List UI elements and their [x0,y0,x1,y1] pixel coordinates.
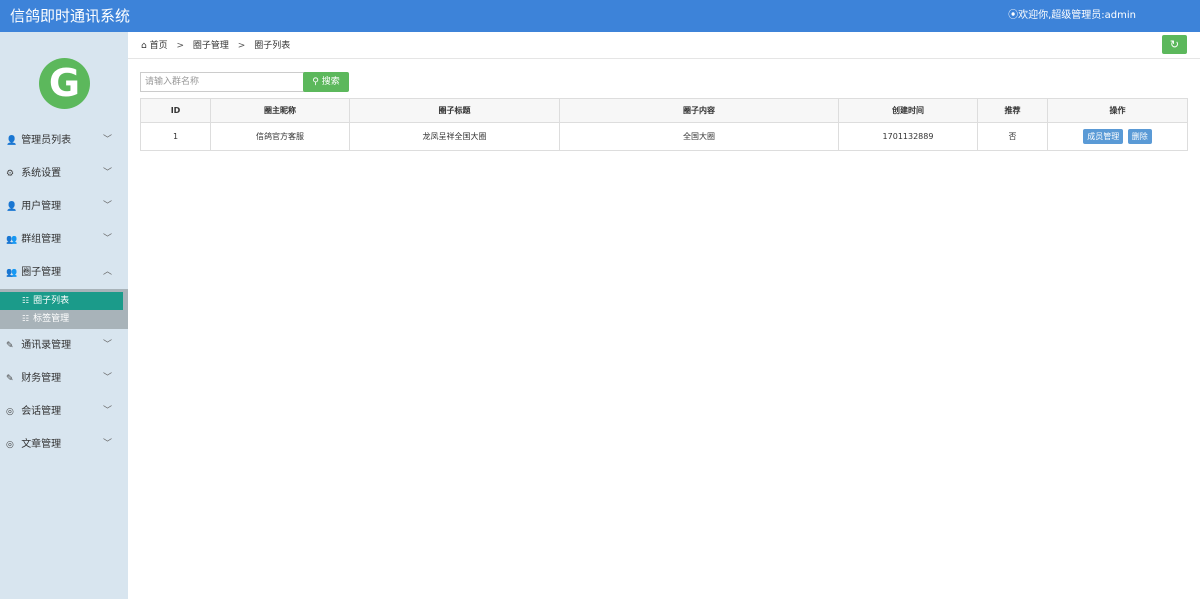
cell-content: 全国大圈 [559,122,839,151]
user-welcome[interactable]: ⦿欢迎你,超级管理员:admin [1008,9,1136,23]
breadcrumb: ⌂ 首页 > 圈子管理 > 圈子列表 [141,40,290,52]
chevron-up-icon: ︿ [102,267,112,277]
user-icon: 👤 [6,136,18,146]
cell-title: 龙凤呈祥全国大圈 [349,122,560,151]
sidebar-item-group-management[interactable]: 👥 群组管理 ﹀ [0,223,128,256]
chevron-down-icon: ﹀ [102,168,112,178]
column-header-actions: 操作 [1047,98,1188,123]
cell-id: 1 [140,122,211,151]
top-bar: 信鸽即时通讯系统 ⦿欢迎你,超级管理员:admin [0,0,1200,32]
table-row: 1 信鸽官方客服 龙凤呈祥全国大圈 全国大圈 1701132889 否 成员管理… [140,122,1188,151]
chat-icon: ◎ [6,440,14,450]
column-header-content: 圈子内容 [559,98,839,123]
edit-icon: ✎ [6,374,14,384]
search-input[interactable]: 请输入群名称 [140,72,308,92]
cell-created: 1701132889 [838,122,978,151]
circle-table: ID 圈主昵称 圈子标题 圈子内容 创建时间 推荐 操作 1 信鸽官方客服 龙凤… [140,98,1188,151]
edit-icon: ✎ [6,341,14,351]
sidebar-subitem-circle-list[interactable]: ☷ 圈子列表 [0,292,123,310]
chevron-down-icon: ﹀ [102,373,112,383]
app-title: 信鸽即时通讯系统 [10,7,131,25]
column-header-recommend: 推荐 [977,98,1048,123]
home-icon: ⌂ [141,41,147,51]
sidebar-subitem-tag-management[interactable]: ☷ 标签管理 [0,310,123,328]
sidebar-item-system-settings[interactable]: ⚙ 系统设置 ﹀ [0,157,128,190]
sidebar-item-label: 圈子管理 [21,267,62,278]
sidebar: G 👤 管理员列表 ﹀ ⚙ 系统设置 ﹀ 👤 用户管理 ﹀ 👥 群组管理 ﹀ 👥… [0,32,128,599]
refresh-icon: ↻ [1169,38,1180,51]
sidebar-item-label: 文章管理 [21,439,62,450]
sidebar-item-label: 群组管理 [21,234,62,245]
sidebar-item-finance-management[interactable]: ✎ 财务管理 ﹀ [0,362,128,395]
column-header-id: ID [140,98,211,123]
group-icon: 👥 [6,268,18,278]
sidebar-item-label: 通讯录管理 [21,340,72,351]
chevron-down-icon: ﹀ [102,201,112,211]
sidebar-subitem-label: 标签管理 [33,314,70,324]
sidebar-subitem-label: 圈子列表 [33,296,70,306]
list-icon: ☷ [22,296,30,305]
cell-actions: 成员管理 删除 [1047,122,1188,151]
sidebar-item-session-management[interactable]: ◎ 会话管理 ﹀ [0,395,128,428]
cell-recommend: 否 [977,122,1048,151]
sidebar-item-label: 用户管理 [21,201,62,212]
sidebar-item-label: 财务管理 [21,373,62,384]
chevron-down-icon: ﹀ [102,340,112,350]
header-divider [128,58,1200,59]
chat-icon: ◎ [6,407,14,417]
column-header-title: 圈子标题 [349,98,560,123]
sidebar-item-contacts-management[interactable]: ✎ 通讯录管理 ﹀ [0,329,128,362]
chevron-down-icon: ﹀ [102,406,112,416]
search-button[interactable]: ⚲ 搜索 [303,72,349,92]
table-header-row: ID 圈主昵称 圈子标题 圈子内容 创建时间 推荐 操作 [140,98,1188,123]
column-header-created: 创建时间 [838,98,978,123]
sidebar-item-circle-management[interactable]: 👥 圈子管理 ︿ [0,256,128,289]
search-icon: ⚲ [312,77,319,87]
search-button-label: 搜索 [321,77,340,87]
delete-button[interactable]: 删除 [1127,129,1152,144]
breadcrumb-separator: > [237,41,246,51]
logo: G [39,58,90,109]
cell-owner: 信鸽官方客服 [210,122,350,151]
sidebar-item-article-management[interactable]: ◎ 文章管理 ﹀ [0,428,128,461]
breadcrumb-home[interactable]: 首页 [150,41,168,51]
sidebar-item-admin-list[interactable]: 👤 管理员列表 ﹀ [0,124,128,157]
refresh-button[interactable]: ↻ [1162,35,1187,54]
chevron-down-icon: ﹀ [102,234,112,244]
breadcrumb-level2: 圈子列表 [254,41,291,51]
list-icon: ☷ [22,314,30,323]
chevron-down-icon: ﹀ [102,439,112,449]
column-header-owner: 圈主昵称 [210,98,350,123]
breadcrumb-level1[interactable]: 圈子管理 [193,41,229,51]
sidebar-menu: 👤 管理员列表 ﹀ ⚙ 系统设置 ﹀ 👤 用户管理 ﹀ 👥 群组管理 ﹀ 👥 圈… [0,124,128,461]
group-icon: 👥 [6,235,18,245]
user-icon: 👤 [6,202,18,212]
chevron-down-icon: ﹀ [102,135,112,145]
circle-submenu: ☷ 圈子列表 ☷ 标签管理 [0,289,128,329]
sidebar-item-label: 会话管理 [21,406,62,417]
gear-icon: ⚙ [6,169,15,179]
sidebar-item-user-management[interactable]: 👤 用户管理 ﹀ [0,190,128,223]
sidebar-item-label: 系统设置 [21,168,62,179]
sidebar-item-label: 管理员列表 [21,135,72,146]
member-management-button[interactable]: 成员管理 [1083,129,1124,144]
breadcrumb-separator: > [176,41,185,51]
